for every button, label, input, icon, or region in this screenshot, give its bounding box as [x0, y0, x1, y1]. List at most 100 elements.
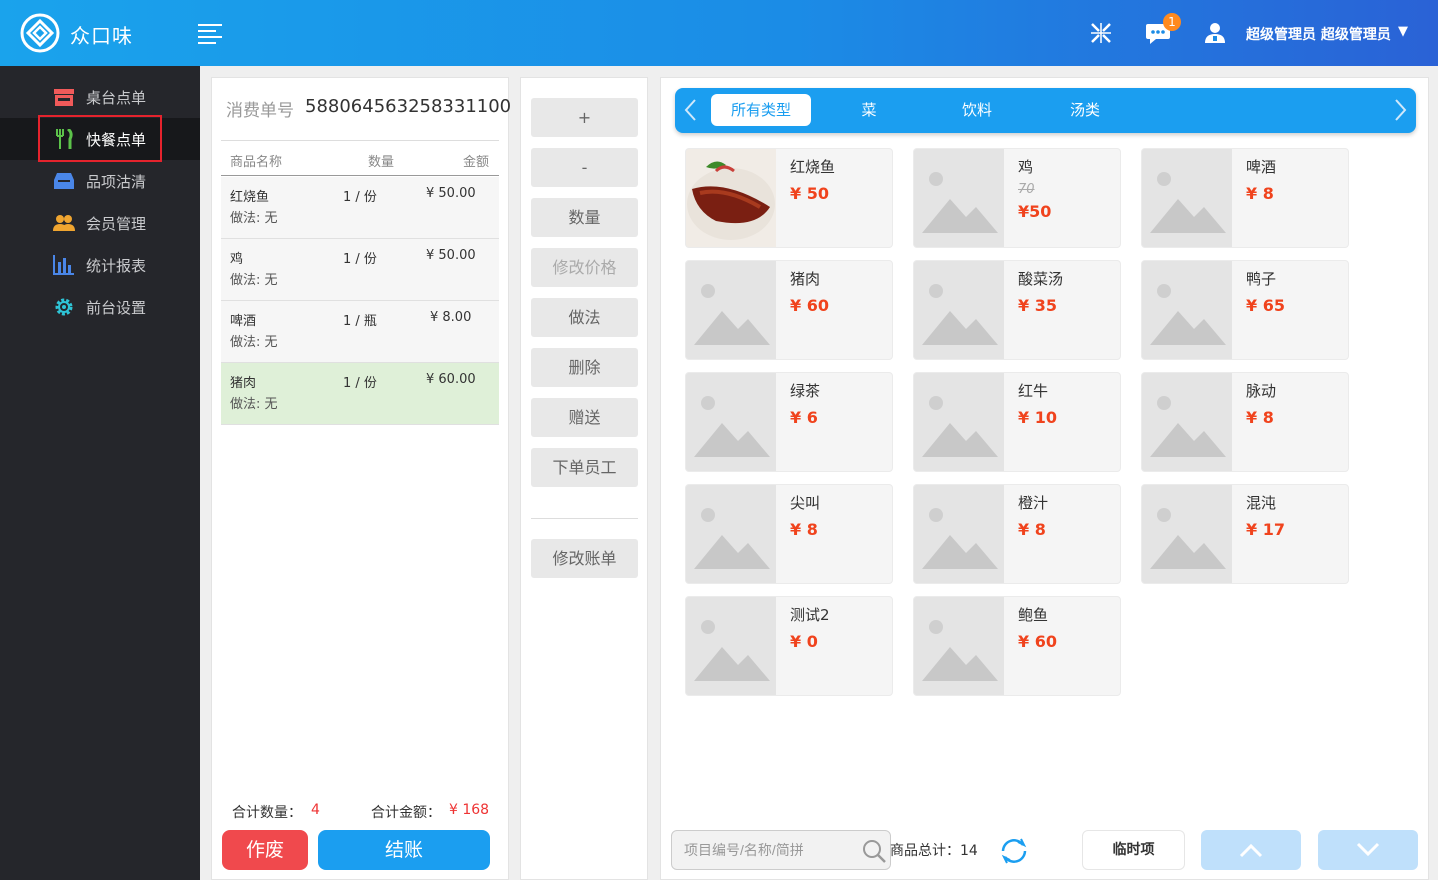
sidebar-item-label: 统计报表 — [86, 257, 147, 275]
void-button[interactable]: 作废 — [222, 830, 308, 870]
product-card[interactable]: 猪肉 ¥ 60 — [685, 260, 893, 360]
product-price: ¥ 10 — [1018, 408, 1057, 427]
product-price: ¥ 6 — [790, 408, 818, 427]
item-method: 做法: 无 — [230, 397, 278, 412]
method-button[interactable]: 做法 — [531, 298, 638, 337]
tab-dishes[interactable]: 菜 — [819, 94, 919, 126]
tab-all-types[interactable]: 所有类型 — [711, 94, 811, 126]
item-name: 红烧鱼 — [230, 190, 270, 205]
sidebar-item-sold-out[interactable]: 品项沽清 — [0, 160, 200, 202]
tab-soups[interactable]: 汤类 — [1035, 94, 1135, 126]
item-name: 啤酒 — [230, 314, 257, 329]
item-method: 做法: 无 — [230, 273, 278, 288]
image-placeholder-icon — [686, 373, 776, 471]
image-placeholder-icon — [1142, 261, 1232, 359]
chevron-left-icon[interactable] — [683, 98, 699, 122]
search-input[interactable] — [671, 830, 891, 870]
delete-button[interactable]: 删除 — [531, 348, 638, 387]
tab-drinks[interactable]: 饮料 — [927, 94, 1027, 126]
checkout-button[interactable]: 结账 — [318, 830, 490, 870]
product-card[interactable]: 脉动 ¥ 8 — [1141, 372, 1349, 472]
total-qty: 4 — [311, 802, 320, 818]
chevron-down-icon[interactable]: ▼ — [1398, 24, 1408, 39]
image-placeholder-icon — [914, 373, 1004, 471]
image-placeholder-icon — [914, 597, 1004, 695]
product-card[interactable]: 红烧鱼 ¥ 50 — [685, 148, 893, 248]
gear-icon — [55, 298, 73, 316]
table-row[interactable]: 啤酒 做法: 无 1 / 瓶 ¥ 8.00 — [221, 301, 499, 363]
quantity-button[interactable]: 数量 — [531, 198, 638, 237]
gift-button[interactable]: 赠送 — [531, 398, 638, 437]
product-card[interactable]: 啤酒 ¥ 8 — [1141, 148, 1349, 248]
temp-item-button[interactable]: 临时项 — [1082, 830, 1185, 870]
product-card[interactable]: 酸菜汤 ¥ 35 — [913, 260, 1121, 360]
chevron-right-icon[interactable] — [1392, 98, 1408, 122]
total-amount-label: 合计金额： — [371, 805, 441, 821]
product-price: ¥ 8 — [790, 520, 818, 539]
active-nav-highlight — [38, 115, 162, 162]
column-header-qty: 数量 — [368, 155, 395, 170]
image-placeholder-icon — [914, 485, 1004, 583]
product-photo — [686, 149, 776, 247]
image-placeholder-icon — [914, 149, 1004, 247]
product-card[interactable]: 测试2 ¥ 0 — [685, 596, 893, 696]
product-card[interactable]: 尖叫 ¥ 8 — [685, 484, 893, 584]
action-panel: + - 数量 修改价格 做法 删除 赠送 下单员工 修改账单 — [520, 77, 648, 880]
user-icon[interactable] — [1204, 22, 1226, 44]
edit-bill-button[interactable]: 修改账单 — [531, 539, 638, 578]
search-icon[interactable] — [861, 838, 887, 864]
product-panel: 所有类型 菜 饮料 汤类 红烧鱼 ¥ 50 鸡 70 ¥50 啤酒 ¥ 8 猪肉 ¥ 60 酸菜汤… — [660, 77, 1429, 880]
sidebar-item-reports[interactable]: 统计报表 — [0, 244, 200, 286]
order-number: 588064563258331100 — [305, 96, 512, 117]
product-name: 鸭子 — [1246, 270, 1277, 288]
sidebar-item-settings[interactable]: 前台设置 — [0, 286, 200, 328]
table-row[interactable]: 红烧鱼 做法: 无 1 / 份 ¥ 50.00 — [221, 177, 499, 239]
product-price: ¥ 60 — [790, 296, 829, 315]
edit-price-button[interactable]: 修改价格 — [531, 248, 638, 287]
total-amount: ¥ 168 — [449, 802, 490, 818]
page-up-button[interactable] — [1201, 830, 1301, 870]
image-placeholder-icon — [686, 485, 776, 583]
members-icon — [53, 215, 75, 231]
product-name: 绿茶 — [790, 382, 821, 400]
sidebar-item-members[interactable]: 会员管理 — [0, 202, 200, 244]
item-name: 猪肉 — [230, 376, 257, 391]
image-placeholder-icon — [1142, 485, 1232, 583]
page-down-button[interactable] — [1318, 830, 1418, 870]
product-card[interactable]: 橙汁 ¥ 8 — [913, 484, 1121, 584]
product-card[interactable]: 红牛 ¥ 10 — [913, 372, 1121, 472]
image-placeholder-icon — [1142, 373, 1232, 471]
item-method: 做法: 无 — [230, 211, 278, 226]
item-amount: ¥ 50.00 — [426, 248, 476, 263]
product-card[interactable]: 绿茶 ¥ 6 — [685, 372, 893, 472]
refresh-icon[interactable] — [998, 836, 1030, 866]
sidebar-item-table-order[interactable]: 桌台点单 — [0, 76, 200, 118]
product-card[interactable]: 混沌 ¥ 17 — [1141, 484, 1349, 584]
order-number-label: 消费单号 — [226, 101, 294, 121]
product-card[interactable]: 鲍鱼 ¥ 60 — [913, 596, 1121, 696]
product-name: 红牛 — [1018, 382, 1049, 400]
column-header-name: 商品名称 — [230, 155, 283, 170]
total-qty-label: 合计数量： — [232, 805, 302, 821]
chevron-down-icon — [1356, 842, 1380, 857]
image-placeholder-icon — [1142, 149, 1232, 247]
sidebar-item-label: 前台设置 — [86, 299, 147, 317]
table-row-selected[interactable]: 猪肉 做法: 无 1 / 份 ¥ 60.00 — [221, 363, 499, 425]
sidebar-item-label: 会员管理 — [86, 215, 147, 233]
table-row[interactable]: 鸡 做法: 无 1 / 份 ¥ 50.00 — [221, 239, 499, 301]
sidebar: 桌台点单 快餐点单 品项沽清 会员管理 统计报表 前台设置 — [0, 66, 200, 880]
product-price: ¥ 35 — [1018, 296, 1057, 315]
order-staff-button[interactable]: 下单员工 — [531, 448, 638, 487]
product-name: 啤酒 — [1246, 158, 1277, 176]
menu-icon[interactable] — [198, 21, 224, 45]
user-name[interactable]: 超级管理员 超级管理员 — [1246, 24, 1391, 44]
fullscreen-icon[interactable] — [1090, 22, 1112, 44]
product-card[interactable]: 鸡 70 ¥50 — [913, 148, 1121, 248]
product-card[interactable]: 鸭子 ¥ 65 — [1141, 260, 1349, 360]
decrease-button[interactable]: - — [531, 148, 638, 187]
increase-button[interactable]: + — [531, 98, 638, 137]
bar-chart-icon — [53, 255, 74, 275]
product-price: ¥ 17 — [1246, 520, 1285, 539]
app-title: 众口味 — [70, 24, 133, 48]
item-qty: 1 / 份 — [343, 190, 377, 205]
